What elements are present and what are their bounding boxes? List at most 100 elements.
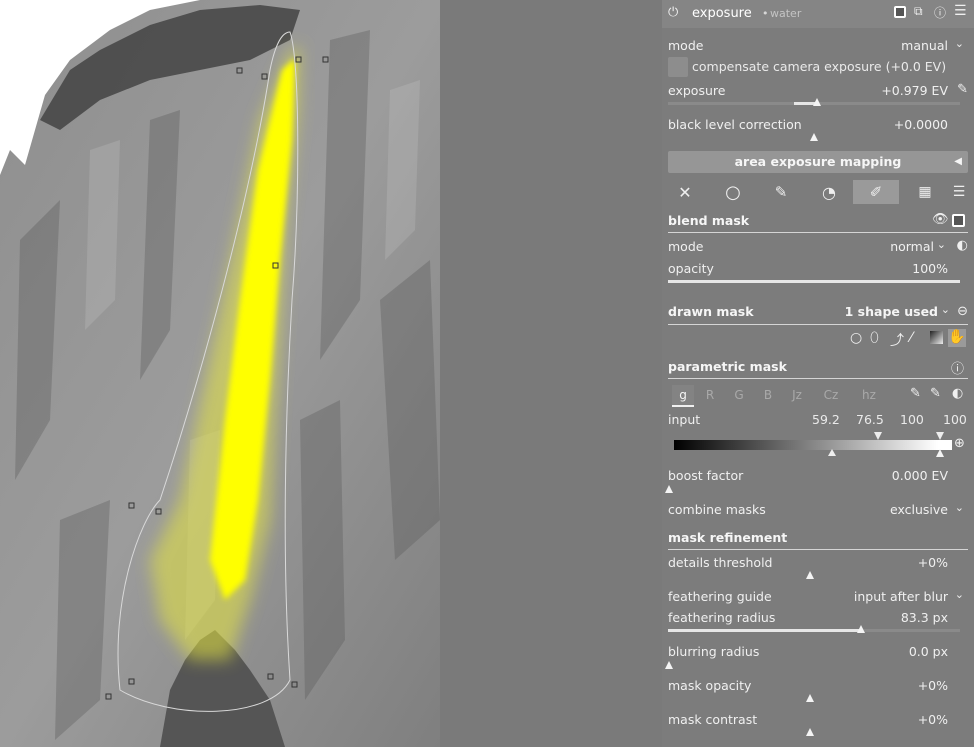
mask-opacity-slider[interactable]: mask opacity +0% <box>668 678 968 704</box>
input-value-3[interactable]: 100 <box>900 412 924 427</box>
mask-display-icon[interactable] <box>952 214 965 227</box>
channel-tab-B[interactable]: B <box>757 385 779 405</box>
feathering-radius-thumb[interactable] <box>856 625 865 633</box>
exposure-slider[interactable]: exposure +0.979 EV ✎ <box>668 82 968 109</box>
range-bottom-thumb-2[interactable] <box>936 449 944 457</box>
reset-icon[interactable]: ⓘ <box>934 4 946 21</box>
blend-mask-title: blend mask <box>668 213 750 228</box>
area-exposure-mapping-button[interactable]: area exposure mapping ◀ <box>668 151 968 173</box>
input-range-slider[interactable]: ⊕ <box>674 432 968 457</box>
boost-factor-slider[interactable]: boost factor 0.000 EV <box>665 468 968 494</box>
compensate-checkbox[interactable] <box>668 57 688 77</box>
invert-icon[interactable]: ◐ <box>957 238 968 253</box>
polarity-icon[interactable]: ◐ <box>952 386 963 401</box>
blurring-radius-slider[interactable]: blurring radius 0.0 px <box>665 644 968 670</box>
range-top-thumb-1[interactable] <box>874 432 882 440</box>
boost-factor-thumb[interactable] <box>665 485 673 493</box>
details-threshold-slider[interactable]: details threshold +0% <box>668 555 968 581</box>
mask-contrast-thumb[interactable] <box>806 728 814 736</box>
blend-mode-value: normal <box>890 239 934 254</box>
black-level-label: black level correction <box>668 117 802 132</box>
gradient-bar[interactable] <box>674 440 952 450</box>
boost-factor-label: boost factor <box>668 468 744 483</box>
input-value-4[interactable]: 100 <box>943 412 967 427</box>
drawn-parametric-mask-button[interactable]: ✐ <box>853 180 899 204</box>
combine-masks-label: combine masks <box>668 502 766 517</box>
picker-set-icon[interactable]: ✎ <box>930 386 941 401</box>
module-header[interactable]: ⏻ exposure • water ⧉ ⓘ ☰ <box>662 0 974 28</box>
divider <box>668 324 968 325</box>
mask-contrast-value: +0% <box>917 712 948 727</box>
feathering-guide-select[interactable]: feathering guide input after blur ⌄ <box>668 588 968 607</box>
checker-icon: ▦ <box>918 184 932 200</box>
blend-opacity-track[interactable] <box>668 280 960 283</box>
channel-tab-hz[interactable]: hz <box>858 385 880 405</box>
blend-opacity-slider[interactable]: opacity 100% <box>668 261 968 287</box>
mask-indicator-icon[interactable] <box>894 6 906 18</box>
channel-tab-g[interactable]: g <box>672 385 694 407</box>
blend-mode-select[interactable]: mode normal ⌄ ◐ <box>668 238 968 257</box>
input-label: input <box>668 412 701 427</box>
add-path-icon[interactable]: ⤴ <box>890 330 906 349</box>
black-level-thumb[interactable] <box>810 133 818 141</box>
channel-tab-R[interactable]: R <box>699 385 721 405</box>
range-bottom-thumb-1[interactable] <box>828 449 836 457</box>
mask-refinement-title: mask refinement <box>668 530 788 545</box>
circle-icon: ○ <box>725 181 741 203</box>
remove-shapes-icon[interactable]: ⊖ <box>957 304 968 319</box>
raster-mask-button[interactable]: ▦ <box>902 180 948 204</box>
presets-icon[interactable]: ⧉ <box>914 4 923 19</box>
mask-contrast-slider[interactable]: mask contrast +0% <box>668 712 968 738</box>
exposure-label: exposure <box>668 83 726 98</box>
feathering-guide-label: feathering guide <box>668 589 772 604</box>
reset-icon[interactable]: ⓘ <box>951 358 964 377</box>
range-top-thumb-2[interactable] <box>936 432 944 440</box>
uniform-mask-button[interactable]: ○ <box>710 180 756 204</box>
compensate-checkbox-row[interactable]: compensate camera exposure (+0.0 EV) <box>668 57 968 77</box>
blurring-radius-thumb[interactable] <box>665 661 673 669</box>
parametric-mask-button[interactable]: ◔ <box>806 180 852 204</box>
input-values-row: input 59.2 76.5 100 100 <box>668 412 968 430</box>
input-value-1[interactable]: 59.2 <box>812 412 840 427</box>
channel-tab-G[interactable]: G <box>728 385 750 405</box>
feathering-guide-value: input after blur <box>853 589 948 604</box>
color-picker-icon[interactable]: ✎ <box>957 82 968 97</box>
image-canvas[interactable] <box>0 0 662 747</box>
details-threshold-thumb[interactable] <box>806 571 814 579</box>
drawn-mask-button[interactable]: ✎ <box>758 180 804 204</box>
picker-icon[interactable]: ✎ <box>910 386 921 401</box>
divider <box>668 232 968 233</box>
exposure-thumb[interactable] <box>812 98 821 106</box>
show-shapes-icon[interactable]: ✋ <box>948 329 966 347</box>
chevron-down-icon: ⌄ <box>954 501 964 514</box>
close-icon: ✕ <box>678 182 692 202</box>
eye-icon[interactable]: 👁 <box>932 212 949 227</box>
add-circle-icon[interactable]: ○ <box>850 330 866 346</box>
channel-tab-Jz[interactable]: Jz <box>786 385 808 405</box>
mask-opacity-thumb[interactable] <box>806 694 814 702</box>
input-value-2[interactable]: 76.5 <box>856 412 884 427</box>
photo-view[interactable] <box>0 0 662 747</box>
parametric-mask-header: parametric mask <box>668 359 968 374</box>
details-threshold-label: details threshold <box>668 555 773 570</box>
black-level-slider[interactable]: black level correction +0.0000 <box>668 117 968 143</box>
black-level-value: +0.0000 <box>893 117 948 132</box>
channel-tab-Cz[interactable]: Cz <box>820 385 842 405</box>
feathering-radius-slider[interactable]: feathering radius 83.3 px <box>668 610 968 636</box>
add-brush-icon[interactable]: ⁄ <box>910 330 926 346</box>
mode-select[interactable]: mode manual ⌄ <box>668 37 968 56</box>
combine-masks-select[interactable]: combine masks exclusive ⌄ <box>668 501 968 520</box>
feathering-radius-track[interactable] <box>668 629 960 632</box>
add-ellipse-icon[interactable]: ⬯ <box>870 330 886 346</box>
add-gradient-icon[interactable] <box>930 331 943 344</box>
mask-off-button[interactable]: ✕ <box>662 180 708 204</box>
menu-icon[interactable]: ☰ <box>954 3 967 19</box>
blend-mode-label: mode <box>668 239 704 254</box>
area-exposure-mapping-label: area exposure mapping <box>734 154 902 169</box>
power-icon[interactable]: ⏻ <box>668 5 678 20</box>
pencil-icon: ✎ <box>774 183 788 201</box>
blend-menu-button[interactable]: ☰ <box>944 180 974 204</box>
add-icon[interactable]: ⊕ <box>954 436 965 451</box>
blend-opacity-fill <box>668 280 960 283</box>
drawn-shapes-select[interactable]: 1 shape used ⌄ ⊖ <box>842 303 968 322</box>
